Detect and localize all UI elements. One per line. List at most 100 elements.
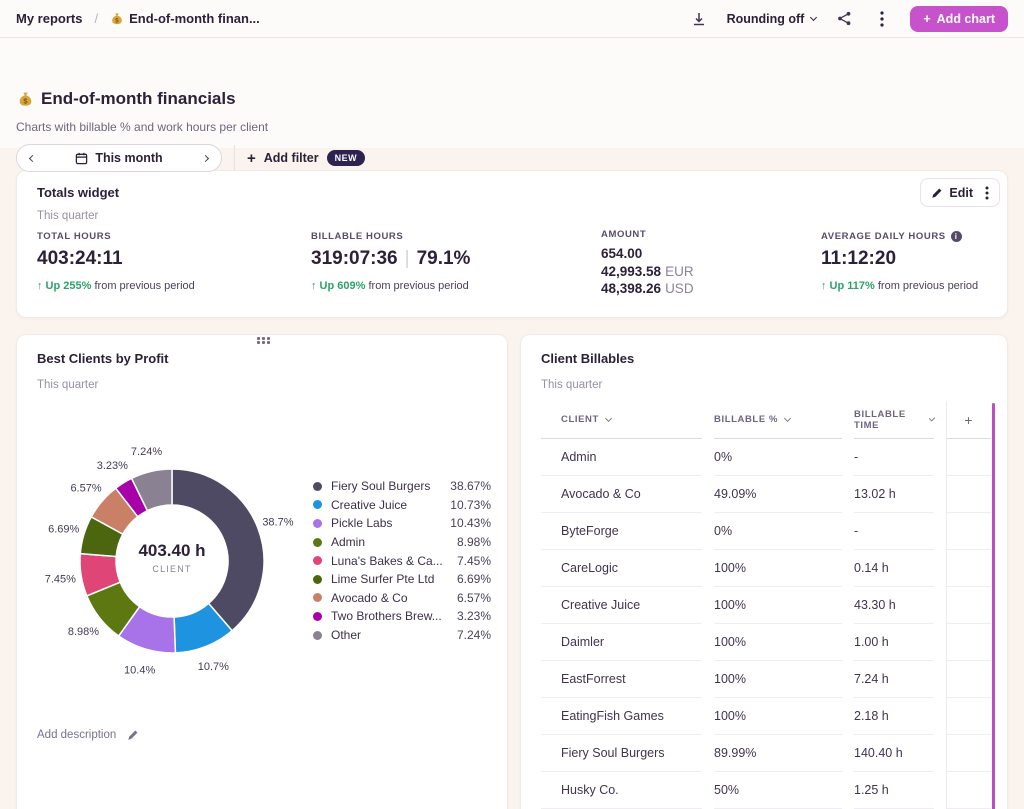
rounding-dropdown[interactable]: Rounding off bbox=[727, 12, 817, 26]
cell-client: Husky Co. bbox=[541, 772, 702, 809]
cell-empty bbox=[946, 735, 991, 772]
cell-billable-pct: 100% bbox=[714, 550, 842, 587]
cell-client: Fiery Soul Burgers bbox=[541, 735, 702, 772]
money-bag-icon: $ bbox=[17, 91, 34, 108]
slice-percent-label: 7.45% bbox=[45, 573, 76, 585]
pencil-icon bbox=[127, 729, 139, 741]
legend-percent: 6.69% bbox=[457, 572, 491, 586]
cell-billable-time: 1.25 h bbox=[854, 772, 934, 809]
legend-percent: 10.43% bbox=[450, 516, 491, 530]
totals-widget-period: This quarter bbox=[37, 210, 98, 222]
legend-item[interactable]: Other7.24% bbox=[313, 626, 491, 645]
metric-value: 403:24:11 bbox=[37, 248, 195, 270]
table-row: ByteForge0%- bbox=[541, 513, 991, 550]
legend-client-name: Fiery Soul Burgers bbox=[331, 479, 450, 493]
legend-item[interactable]: Creative Juice10.73% bbox=[313, 496, 491, 515]
drag-handle[interactable] bbox=[255, 335, 273, 346]
client-billables-card: Client Billables This quarter CLIENTBILL… bbox=[520, 334, 1008, 809]
legend-swatch bbox=[313, 482, 322, 491]
add-filter-button[interactable]: + Add filter NEW bbox=[247, 150, 365, 166]
billables-title: Client Billables bbox=[541, 351, 634, 366]
cell-client: Daimler bbox=[541, 624, 702, 661]
add-column-button[interactable]: + bbox=[946, 401, 991, 439]
cell-client: Creative Juice bbox=[541, 587, 702, 624]
column-header-billable-[interactable]: BILLABLE % bbox=[714, 401, 842, 439]
info-icon[interactable]: i bbox=[951, 231, 962, 242]
table-row: Fiery Soul Burgers89.99%140.40 h bbox=[541, 735, 991, 772]
breadcrumb-separator: / bbox=[94, 11, 98, 26]
legend-swatch bbox=[313, 612, 322, 621]
totals-widget-card: Totals widget This quarter Edit TOTAL HO… bbox=[16, 170, 1008, 318]
legend-item[interactable]: Avocado & Co6.57% bbox=[313, 589, 491, 608]
cell-empty bbox=[946, 698, 991, 735]
edit-widget-button[interactable]: Edit bbox=[931, 186, 973, 200]
next-period-icon[interactable] bbox=[202, 154, 209, 161]
amount-lines: 654.0042,993.58EUR48,398.26USD bbox=[601, 245, 694, 298]
filter-row: This month + Add filter NEW bbox=[16, 144, 365, 172]
cell-billable-pct: 100% bbox=[714, 587, 842, 624]
table-row: Creative Juice100%43.30 h bbox=[541, 587, 991, 624]
slice-percent-label: 6.69% bbox=[48, 524, 79, 536]
legend-item[interactable]: Luna's Bakes & Ca...7.45% bbox=[313, 551, 491, 570]
metric-billable-hours: BILLABLE HOURS 319:07:36|79.1% ↑ Up 609%… bbox=[311, 231, 470, 292]
cell-empty bbox=[946, 550, 991, 587]
table-header-row: CLIENT BILLABLE % BILLABLE TIME + bbox=[541, 401, 991, 439]
amount-line: 654.00 bbox=[601, 245, 694, 263]
add-description-button[interactable]: Add description bbox=[37, 729, 139, 741]
cell-empty bbox=[946, 661, 991, 698]
slice-percent-label: 38.7% bbox=[262, 517, 293, 529]
cell-billable-time: 1.00 h bbox=[854, 624, 934, 661]
legend-client-name: Lime Surfer Pte Ltd bbox=[331, 572, 457, 586]
legend-percent: 3.23% bbox=[457, 609, 491, 623]
legend-swatch bbox=[313, 500, 322, 509]
metric-amount: AMOUNT 654.0042,993.58EUR48,398.26USD bbox=[601, 229, 694, 298]
vertical-scrollbar[interactable] bbox=[992, 403, 995, 809]
amount-line: 42,993.58EUR bbox=[601, 263, 694, 281]
sort-chevron-icon bbox=[784, 414, 791, 421]
cell-billable-time: - bbox=[854, 513, 934, 550]
legend-item[interactable]: Fiery Soul Burgers38.67% bbox=[313, 477, 491, 496]
amount-line: 48,398.26USD bbox=[601, 280, 694, 298]
billables-table: CLIENTBILLABLE %BILLABLE TIME+ Admin0%-A… bbox=[541, 401, 991, 809]
page-header: $ End-of-month financials Charts with bi… bbox=[0, 38, 1024, 148]
column-header-billable-time[interactable]: BILLABLE TIME bbox=[854, 401, 934, 439]
kebab-menu-icon[interactable] bbox=[985, 186, 989, 200]
cell-client: ByteForge bbox=[541, 513, 702, 550]
add-chart-button[interactable]: + Add chart bbox=[910, 6, 1008, 32]
breadcrumb-my-reports[interactable]: My reports bbox=[16, 11, 82, 26]
legend-client-name: Luna's Bakes & Ca... bbox=[331, 554, 457, 568]
calendar-icon bbox=[75, 152, 88, 165]
legend-item[interactable]: Lime Surfer Pte Ltd6.69% bbox=[313, 570, 491, 589]
metric-delta: ↑ Up 609% from previous period bbox=[311, 280, 470, 292]
table-row: EatingFish Games 100% 2.18 h bbox=[541, 698, 991, 735]
share-icon[interactable] bbox=[834, 9, 854, 29]
column-header-client[interactable]: CLIENT bbox=[541, 401, 702, 439]
legend-item[interactable]: Two Brothers Brew...3.23% bbox=[313, 607, 491, 626]
legend-item[interactable]: Pickle Labs10.43% bbox=[313, 514, 491, 533]
date-range-label: This month bbox=[95, 151, 162, 165]
date-range-picker[interactable]: This month bbox=[16, 144, 222, 172]
cell-empty bbox=[946, 513, 991, 550]
kebab-menu-icon[interactable] bbox=[872, 9, 892, 29]
cell-billable-pct: 100% bbox=[714, 698, 842, 735]
donut-slice-fiery-soul-burgers[interactable] bbox=[172, 469, 264, 631]
legend-percent: 38.67% bbox=[450, 479, 491, 493]
breadcrumb-current-report[interactable]: $ End-of-month finan... bbox=[110, 11, 260, 26]
legend-item[interactable]: Admin8.98% bbox=[313, 533, 491, 552]
legend-percent: 7.24% bbox=[457, 628, 491, 642]
slice-percent-label: 10.4% bbox=[124, 664, 155, 676]
cell-billable-time: 2.18 h bbox=[854, 698, 934, 735]
download-icon[interactable] bbox=[689, 9, 709, 29]
cell-billable-pct: 50% bbox=[714, 772, 842, 809]
donut-chart: 38.7%10.7%10.4%8.98%7.45%6.69%6.57%3.23%… bbox=[17, 435, 337, 697]
topbar-actions: Rounding off + Add chart bbox=[689, 6, 1008, 32]
legend-swatch bbox=[313, 575, 322, 584]
totals-widget-title: Totals widget bbox=[37, 185, 119, 200]
metric-value: 319:07:36|79.1% bbox=[311, 248, 470, 270]
table-row: EastForrest100%7.24 h bbox=[541, 661, 991, 698]
cell-client: EatingFish Games bbox=[541, 698, 702, 735]
metric-label: BILLABLE HOURS bbox=[311, 231, 470, 242]
slice-percent-label: 8.98% bbox=[68, 626, 99, 638]
slice-percent-label: 3.23% bbox=[97, 460, 128, 472]
legend-swatch bbox=[313, 538, 322, 547]
